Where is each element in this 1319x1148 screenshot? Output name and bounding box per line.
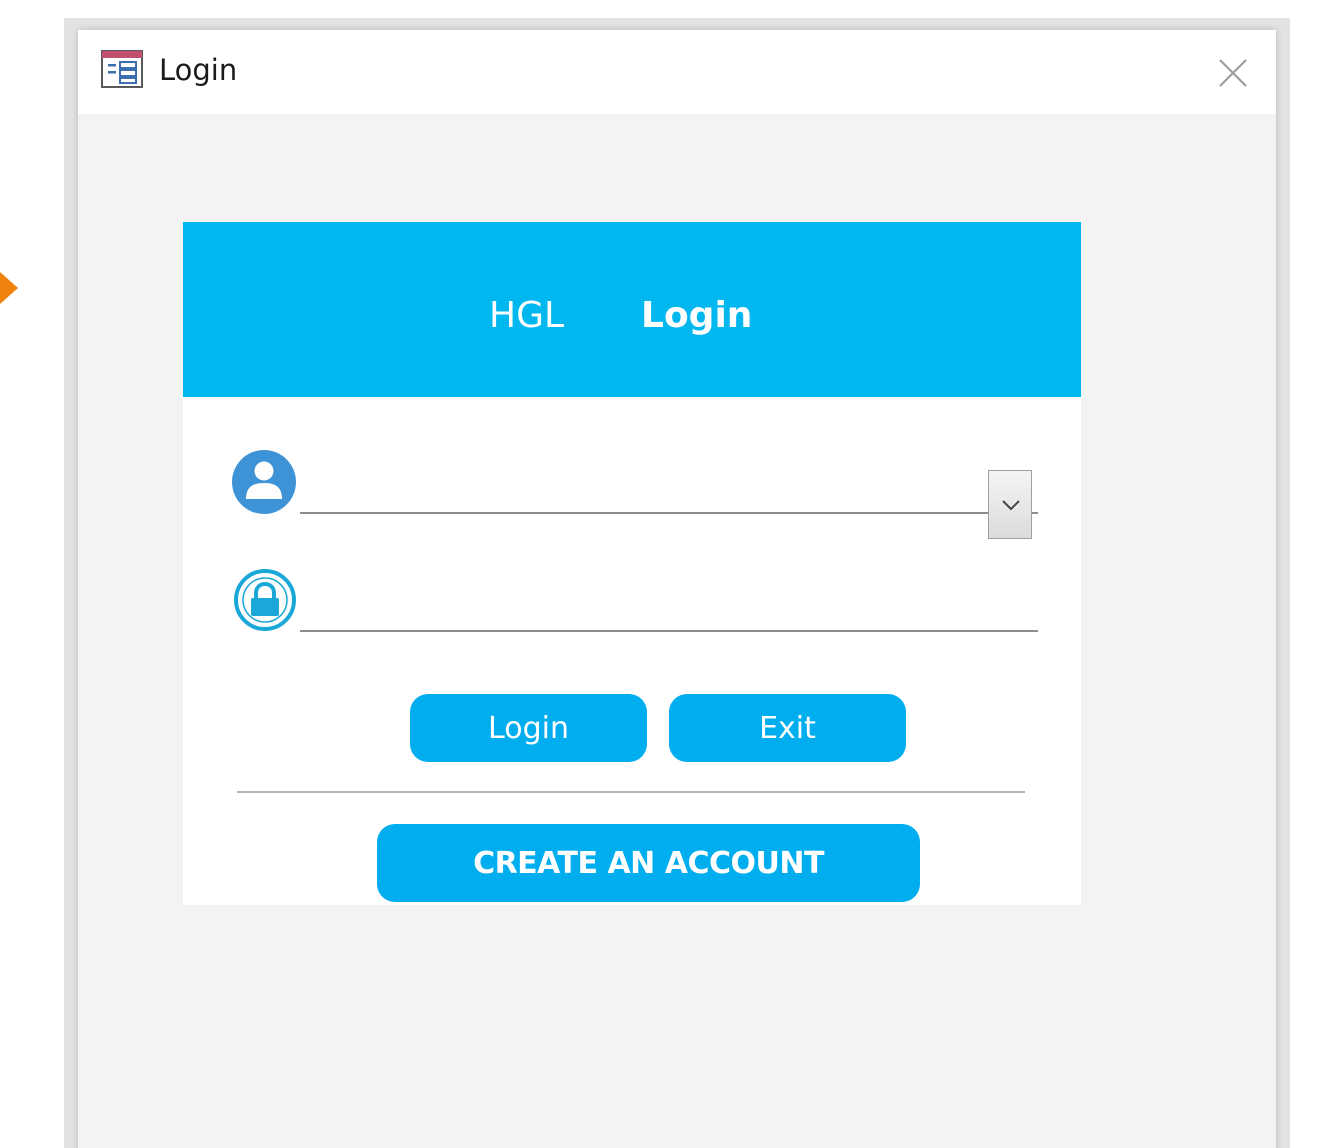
title-bar: Login	[78, 30, 1276, 114]
card-header: HGL Login	[183, 222, 1081, 397]
window-title: Login	[159, 53, 238, 87]
form-icon	[101, 50, 143, 88]
login-card: HGL Login Login Exit CREATE AN ACCOUNT	[183, 222, 1081, 905]
chevron-down-icon	[1002, 500, 1020, 511]
create-account-button[interactable]: CREATE AN ACCOUNT	[377, 824, 920, 902]
login-window: Login HGL Login Login Exit CREATE AN ACC…	[78, 30, 1276, 1148]
username-dropdown-button[interactable]	[988, 470, 1032, 539]
arrow-marker-icon	[0, 272, 18, 304]
exit-button[interactable]: Exit	[669, 694, 906, 762]
close-icon[interactable]	[1216, 56, 1250, 90]
username-field[interactable]	[300, 440, 1038, 514]
lock-icon	[233, 568, 297, 632]
header-title: Login	[641, 295, 753, 336]
brand-label: HGL	[489, 295, 565, 336]
login-button[interactable]: Login	[410, 694, 647, 762]
user-icon	[231, 449, 297, 515]
screen: Login HGL Login Login Exit CREATE AN ACC…	[0, 0, 1319, 1148]
password-field[interactable]	[300, 570, 1038, 632]
divider	[237, 791, 1025, 793]
